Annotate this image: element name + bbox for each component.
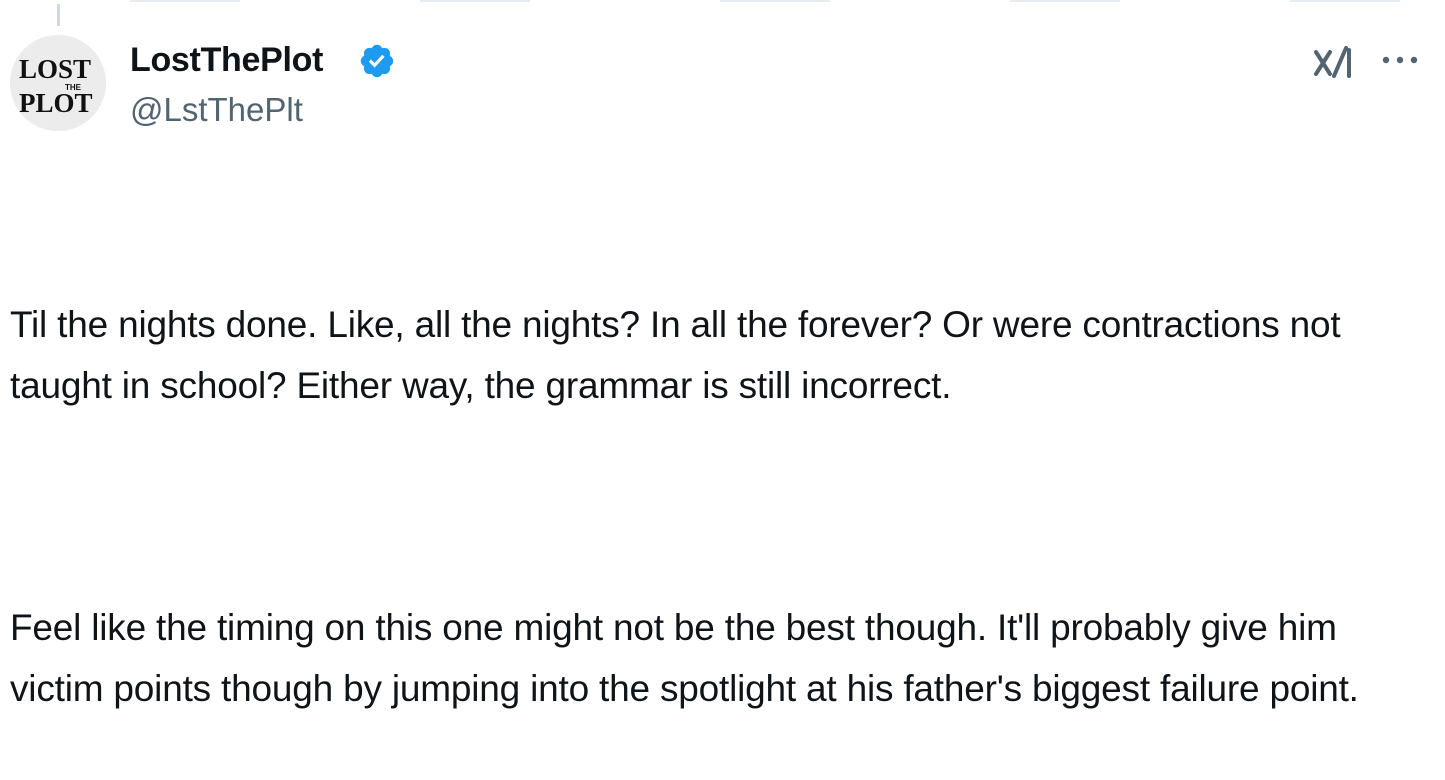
avatar-logo: LOST THE PLOT [10, 35, 106, 131]
verified-badge-icon [360, 44, 394, 78]
avatar-text-line1: LOST [19, 54, 91, 84]
more-options-icon[interactable] [1380, 48, 1420, 72]
grok-icon[interactable] [1312, 42, 1356, 82]
author-handle[interactable]: @LstThePlt [130, 90, 303, 130]
thread-connector-line [57, 4, 60, 26]
avatar[interactable]: LOST THE PLOT [10, 35, 106, 131]
tweet-text: Til the nights done. Like, all the night… [10, 172, 1430, 780]
author-display-name[interactable]: LostThePlot [130, 40, 323, 80]
tweet-paragraph: Til the nights done. Like, all the night… [10, 304, 1351, 406]
avatar-text-line3: PLOT [19, 88, 93, 118]
tweet-paragraph: Feel like the timing on this one might n… [10, 607, 1359, 709]
top-divider [0, 0, 1445, 3]
